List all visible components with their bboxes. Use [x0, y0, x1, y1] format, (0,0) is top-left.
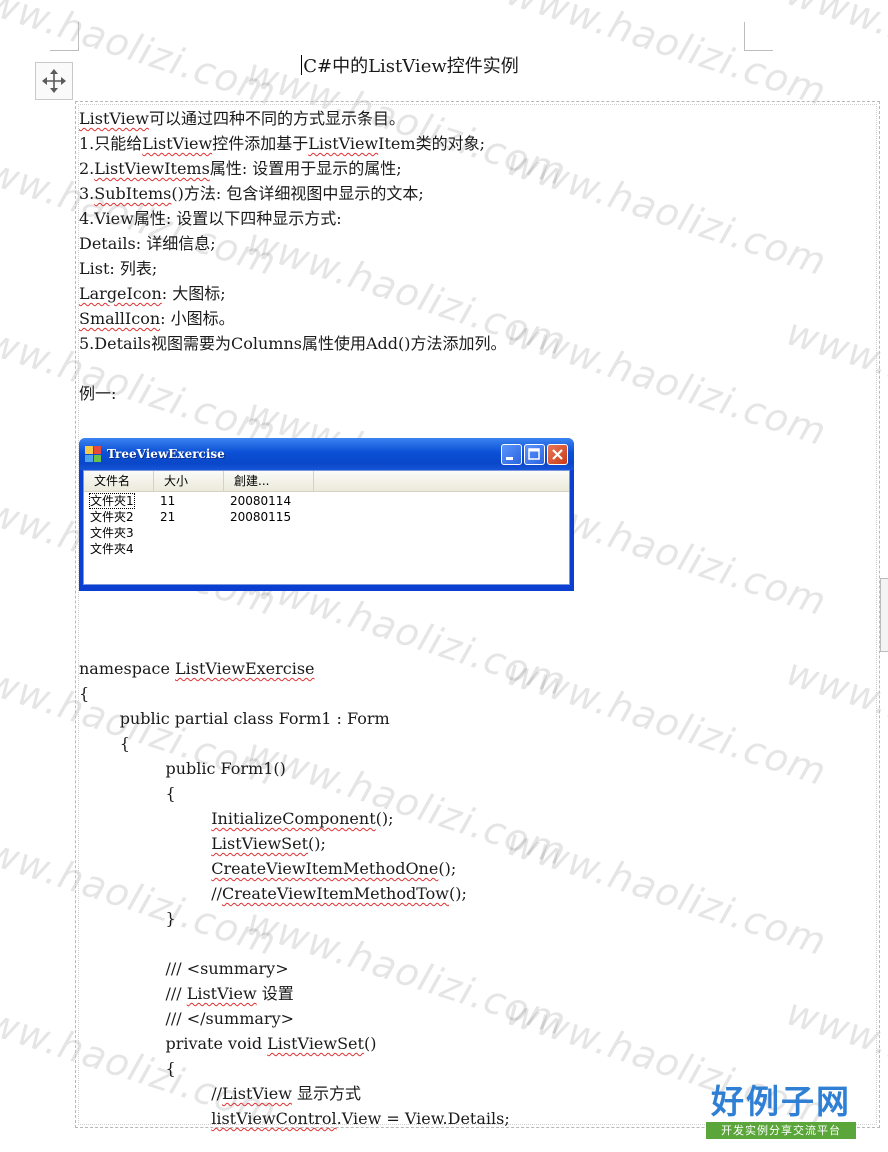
listview-column-header: 創建... [224, 471, 314, 491]
listview-row: 文件夾3 [84, 525, 569, 541]
body-paragraph: LargeIcon: 大图标; [79, 284, 226, 303]
listview-body: 文件夾1 11 20080114 文件夾2 21 20080115 文件夾3 文件夾4 [84, 492, 569, 557]
spellcheck-word: listViewControl [211, 1109, 337, 1128]
code-line: } [79, 909, 176, 928]
spellcheck-word: ListViewItems [94, 159, 210, 178]
listview-header: 文件名 大小 創建... [84, 471, 569, 492]
code-line: //CreateViewItemMethodTow(); [79, 884, 467, 903]
spellcheck-word: ListView [308, 134, 379, 153]
spellcheck-word: ListViewExercise [175, 659, 315, 678]
body-paragraph: 例一: [79, 384, 117, 403]
spellcheck-word: CreateViewItemMethodTow [222, 884, 449, 903]
code-line: { [79, 684, 90, 703]
spellcheck-word: LargeIcon [79, 284, 162, 303]
listview-cell [224, 541, 314, 557]
body-paragraph: 2.ListViewItems属性: 设置用于显示的属性; [79, 159, 402, 178]
code-line: InitializeComponent(); [211, 809, 394, 828]
code-line: public Form1() [79, 759, 286, 778]
listview-cell [154, 541, 224, 557]
document-title-text: C#中的ListView控件实例 [303, 56, 519, 77]
body-paragraph: 4.View属性: 设置以下四种显示方式: [79, 209, 342, 228]
listview-cell: 文件夾2 [90, 510, 134, 524]
body-paragraph: ListView可以通过四种不同的方式显示条目。 [79, 109, 405, 128]
embedded-window-screenshot: TreeViewExercise 文件名 大小 創建... 文件夾1 11 200801… [79, 438, 574, 591]
document-title[interactable]: C#中的ListView控件实例 [0, 52, 820, 78]
table-move-handle[interactable] [35, 62, 73, 100]
body-paragraph: 1.只能给ListView控件添加基于ListViewItem类的对象; [79, 134, 485, 153]
code-line: public partial class Form1 : Form [79, 709, 390, 728]
maximize-icon [524, 443, 545, 465]
spellcheck-word: ListView [142, 134, 213, 153]
minimize-icon [501, 443, 522, 465]
body-paragraph [79, 356, 869, 381]
close-icon [547, 443, 568, 465]
page-corner-top-left [50, 22, 79, 51]
listview-cell: 11 [160, 494, 176, 508]
listview-column-header: 大小 [154, 471, 224, 491]
listview-cell: 20080115 [230, 510, 292, 524]
page-corner-top-right [744, 22, 773, 51]
spellcheck-word: SubItems [94, 184, 172, 203]
listview-cell: 文件夾1 [89, 493, 135, 509]
code-line: { [79, 1059, 176, 1078]
code-line: private void ListViewSet() [79, 1034, 377, 1053]
body-paragraph: Details: 详细信息; [79, 234, 216, 253]
body-paragraph: List: 列表; [79, 259, 158, 278]
spellcheck-word: ListView [79, 109, 149, 128]
listview-row: 文件夾2 21 20080115 [84, 509, 569, 525]
site-logo: 好例子网 开发实例分享交流平台 [706, 1082, 856, 1139]
code-line: ListViewSet(); [211, 834, 326, 853]
code-line: { [79, 734, 130, 753]
logo-sub-text: 开发实例分享交流平台 [706, 1122, 856, 1139]
logo-main-text: 好例子网 [711, 1082, 851, 1121]
listview-cell [154, 525, 224, 541]
side-scroll-tab[interactable] [880, 578, 888, 652]
spellcheck-word: ListViewSet [211, 834, 309, 853]
listview-cell: 20080114 [230, 494, 292, 508]
code-line: { [79, 784, 176, 803]
listview-column-header: 文件名 [84, 471, 154, 491]
code-line: CreateViewItemMethodOne(); [211, 859, 457, 878]
listview-cell: 文件夾4 [90, 542, 134, 556]
spellcheck-word: ListView [222, 1084, 292, 1103]
code-line: namespace ListViewExercise [79, 659, 315, 678]
body-paragraph: 3.SubItems()方法: 包含详细视图中显示的文本; [79, 184, 424, 203]
listview-cell: 21 [160, 510, 176, 524]
window-titlebar: TreeViewExercise [79, 438, 574, 470]
move-arrows-icon [42, 69, 66, 93]
listview-row: 文件夾4 [84, 541, 569, 557]
body-paragraph: SmallIcon: 小图标。 [79, 309, 235, 328]
code-line: /// <summary> [79, 959, 289, 978]
spellcheck-word: ListViewSet [267, 1034, 364, 1053]
code-line: /// ListView 设置 [79, 984, 294, 1003]
window-title: TreeViewExercise [107, 447, 225, 461]
spellcheck-word: CreateViewItemMethodOne [211, 859, 439, 878]
listview-control: 文件名 大小 創建... 文件夾1 11 20080114 文件夾2 21 20080115 文… [83, 470, 570, 585]
spellcheck-word: InitializeComponent [211, 809, 376, 828]
spellcheck-word: SmallIcon [79, 309, 161, 328]
body-paragraph: 5.Details视图需要为Columns属性使用Add()方法添加列。 [79, 334, 507, 353]
document-body[interactable]: ListView可以通过四种不同的方式显示条目。 1.只能给ListView控件添… [79, 106, 869, 1131]
code-line: /// </summary> [79, 1009, 295, 1028]
listview-row: 文件夾1 11 20080114 [84, 493, 569, 509]
window-app-icon [85, 446, 101, 462]
listview-cell [224, 525, 314, 541]
listview-cell: 文件夾3 [90, 526, 134, 540]
spellcheck-word: ListView [186, 984, 257, 1003]
